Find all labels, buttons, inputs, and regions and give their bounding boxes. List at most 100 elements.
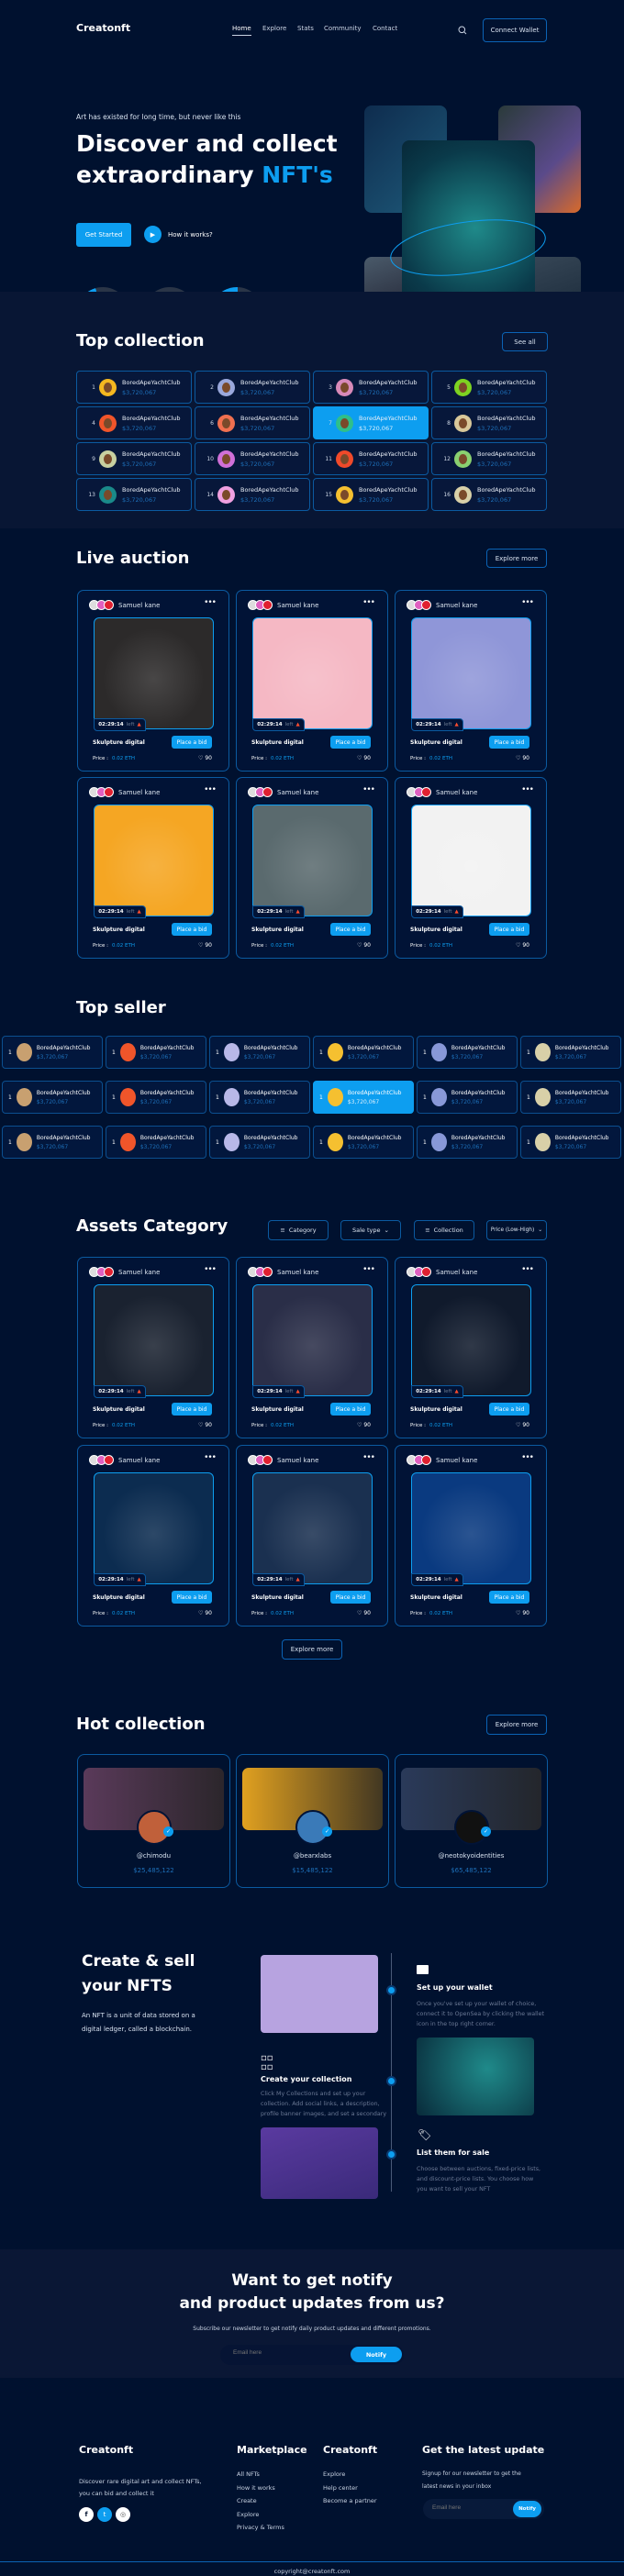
more-options-icon[interactable]: •••	[521, 785, 534, 794]
more-options-icon[interactable]: •••	[362, 1453, 375, 1462]
owner-name[interactable]: Samuel kane	[118, 1457, 160, 1464]
footer-link[interactable]: Help center	[323, 2484, 358, 2492]
place-bid-button[interactable]: Place a bid	[330, 736, 371, 749]
more-options-icon[interactable]: •••	[204, 1265, 217, 1274]
owner-name[interactable]: Samuel kane	[277, 1457, 318, 1464]
seller-item[interactable]: 1 BoredApeYachtClub $3,720,067	[313, 1036, 414, 1069]
seller-item[interactable]: 1 BoredApeYachtClub $3,720,067	[209, 1081, 310, 1114]
connect-wallet-button[interactable]: Connect Wallet	[483, 18, 547, 42]
filter-collection[interactable]: ≡ Collection	[414, 1220, 474, 1240]
assets-explore-button[interactable]: Explore more	[282, 1639, 342, 1660]
owner-name[interactable]: Samuel kane	[277, 1269, 318, 1276]
nav-contact[interactable]: Contact	[373, 25, 397, 32]
like-button[interactable]: ♡ 90	[198, 942, 212, 949]
footer-link[interactable]: All NFTs	[237, 2471, 260, 2478]
get-started-button[interactable]: Get Started	[76, 223, 131, 247]
hot-explore-button[interactable]: Explore more	[486, 1715, 547, 1735]
seller-item[interactable]: 1 BoredApeYachtClub $3,720,067	[209, 1126, 310, 1159]
like-button[interactable]: ♡ 90	[357, 942, 371, 949]
hot-collection-card[interactable]: ✓ @neotokyoidentities $65,485,122	[395, 1754, 548, 1888]
hot-collection-card[interactable]: ✓ @chimodu $25,485,122	[77, 1754, 230, 1888]
seller-item[interactable]: 1 BoredApeYachtClub $3,720,067	[520, 1036, 621, 1069]
owner-name[interactable]: Samuel kane	[436, 1269, 477, 1276]
more-options-icon[interactable]: •••	[521, 1265, 534, 1274]
filter-category[interactable]: ≡ Category	[268, 1220, 329, 1240]
nft-image[interactable]	[252, 1284, 373, 1396]
collection-item[interactable]: 14 BoredApeYachtClub $3,720,067	[195, 478, 310, 511]
place-bid-button[interactable]: Place a bid	[330, 1403, 371, 1416]
instagram-icon[interactable]: ◎	[116, 2507, 130, 2522]
collection-item[interactable]: 16 BoredApeYachtClub $3,720,067	[431, 478, 547, 511]
owner-name[interactable]: Samuel kane	[118, 1269, 160, 1276]
facebook-icon[interactable]: f	[79, 2507, 94, 2522]
collection-item[interactable]: 11 BoredApeYachtClub $3,720,067	[313, 442, 429, 475]
hot-collection-card[interactable]: ✓ @bearxlabs $15,485,122	[236, 1754, 389, 1888]
live-auction-explore-button[interactable]: Explore more	[486, 549, 547, 568]
place-bid-button[interactable]: Place a bid	[489, 1591, 529, 1604]
seller-item[interactable]: 1 BoredApeYachtClub $3,720,067	[520, 1126, 621, 1159]
seller-item[interactable]: 1 BoredApeYachtClub $3,720,067	[520, 1081, 621, 1114]
more-options-icon[interactable]: •••	[204, 1453, 217, 1462]
place-bid-button[interactable]: Place a bid	[172, 923, 212, 936]
nft-card[interactable]: Samuel kane ••• 02:29:14 left ▲ Skulpture …	[395, 1257, 547, 1438]
nav-explore[interactable]: Explore	[262, 25, 286, 32]
nav-stats[interactable]: Stats	[297, 25, 314, 32]
collection-item[interactable]: 13 BoredApeYachtClub $3,720,067	[76, 478, 192, 511]
seller-item[interactable]: 1 BoredApeYachtClub $3,720,067	[417, 1126, 518, 1159]
nft-image[interactable]	[252, 1472, 373, 1584]
nft-card[interactable]: Samuel kane ••• 02:29:14 left ▲ Skulpture …	[395, 1445, 547, 1627]
collection-item[interactable]: 6 BoredApeYachtClub $3,720,067	[195, 406, 310, 439]
like-button[interactable]: ♡ 90	[198, 1610, 212, 1616]
more-options-icon[interactable]: •••	[362, 598, 375, 607]
nft-image[interactable]	[411, 1472, 531, 1584]
nft-image[interactable]	[94, 1284, 214, 1396]
like-button[interactable]: ♡ 90	[357, 755, 371, 761]
nft-image[interactable]	[94, 617, 214, 729]
footer-link[interactable]: How it works	[237, 2484, 275, 2492]
nft-card[interactable]: Samuel kane ••• 02:29:14 left ▲ Skulpture …	[77, 777, 229, 959]
owner-name[interactable]: Samuel kane	[277, 789, 318, 796]
nft-card[interactable]: Samuel kane ••• 02:29:14 left ▲ Skulpture …	[236, 777, 388, 959]
collection-item[interactable]: 7 BoredApeYachtClub $3,720,067	[313, 406, 429, 439]
seller-item[interactable]: 1 BoredApeYachtClub $3,720,067	[313, 1126, 414, 1159]
how-it-works-button[interactable]: ▶ How it works?	[144, 226, 213, 243]
like-button[interactable]: ♡ 90	[357, 1422, 371, 1428]
place-bid-button[interactable]: Place a bid	[172, 736, 212, 749]
collection-item[interactable]: 15 BoredApeYachtClub $3,720,067	[313, 478, 429, 511]
owner-name[interactable]: Samuel kane	[436, 789, 477, 796]
place-bid-button[interactable]: Place a bid	[330, 1591, 371, 1604]
place-bid-button[interactable]: Place a bid	[172, 1591, 212, 1604]
more-options-icon[interactable]: •••	[204, 785, 217, 794]
like-button[interactable]: ♡ 90	[357, 1610, 371, 1616]
owner-name[interactable]: Samuel kane	[118, 789, 160, 796]
nft-image[interactable]	[252, 617, 373, 729]
collection-item[interactable]: 2 BoredApeYachtClub $3,720,067	[195, 371, 310, 404]
seller-item[interactable]: 1 BoredApeYachtClub $3,720,067	[313, 1081, 414, 1114]
owner-name[interactable]: Samuel kane	[118, 602, 160, 609]
like-button[interactable]: ♡ 90	[198, 755, 212, 761]
more-options-icon[interactable]: •••	[204, 598, 217, 607]
collection-item[interactable]: 4 BoredApeYachtClub $3,720,067	[76, 406, 192, 439]
footer-email-input[interactable]	[432, 2504, 506, 2511]
nft-card[interactable]: Samuel kane ••• 02:29:14 left ▲ Skulpture …	[77, 1445, 229, 1627]
seller-item[interactable]: 1 BoredApeYachtClub $3,720,067	[209, 1036, 310, 1069]
like-button[interactable]: ♡ 90	[516, 942, 529, 949]
more-options-icon[interactable]: •••	[362, 785, 375, 794]
nft-card[interactable]: Samuel kane ••• 02:29:14 left ▲ Skulpture …	[77, 1257, 229, 1438]
seller-item[interactable]: 1 BoredApeYachtClub $3,720,067	[2, 1126, 103, 1159]
like-button[interactable]: ♡ 90	[516, 755, 529, 761]
nft-card[interactable]: Samuel kane ••• 02:29:14 left ▲ Skulpture …	[236, 1257, 388, 1438]
filter-price[interactable]: Price (Low-High) ⌄	[486, 1220, 547, 1240]
nft-image[interactable]	[411, 1284, 531, 1396]
footer-link[interactable]: Explore	[323, 2471, 345, 2478]
more-options-icon[interactable]: •••	[521, 598, 534, 607]
place-bid-button[interactable]: Place a bid	[172, 1403, 212, 1416]
footer-notify-button[interactable]: Notify	[513, 2501, 541, 2517]
collection-item[interactable]: 3 BoredApeYachtClub $3,720,067	[313, 371, 429, 404]
collection-item[interactable]: 8 BoredApeYachtClub $3,720,067	[431, 406, 547, 439]
seller-item[interactable]: 1 BoredApeYachtClub $3,720,067	[417, 1081, 518, 1114]
twitter-icon[interactable]: t	[97, 2507, 112, 2522]
footer-link[interactable]: Explore	[237, 2511, 259, 2518]
collection-item[interactable]: 12 BoredApeYachtClub $3,720,067	[431, 442, 547, 475]
seller-item[interactable]: 1 BoredApeYachtClub $3,720,067	[106, 1126, 206, 1159]
